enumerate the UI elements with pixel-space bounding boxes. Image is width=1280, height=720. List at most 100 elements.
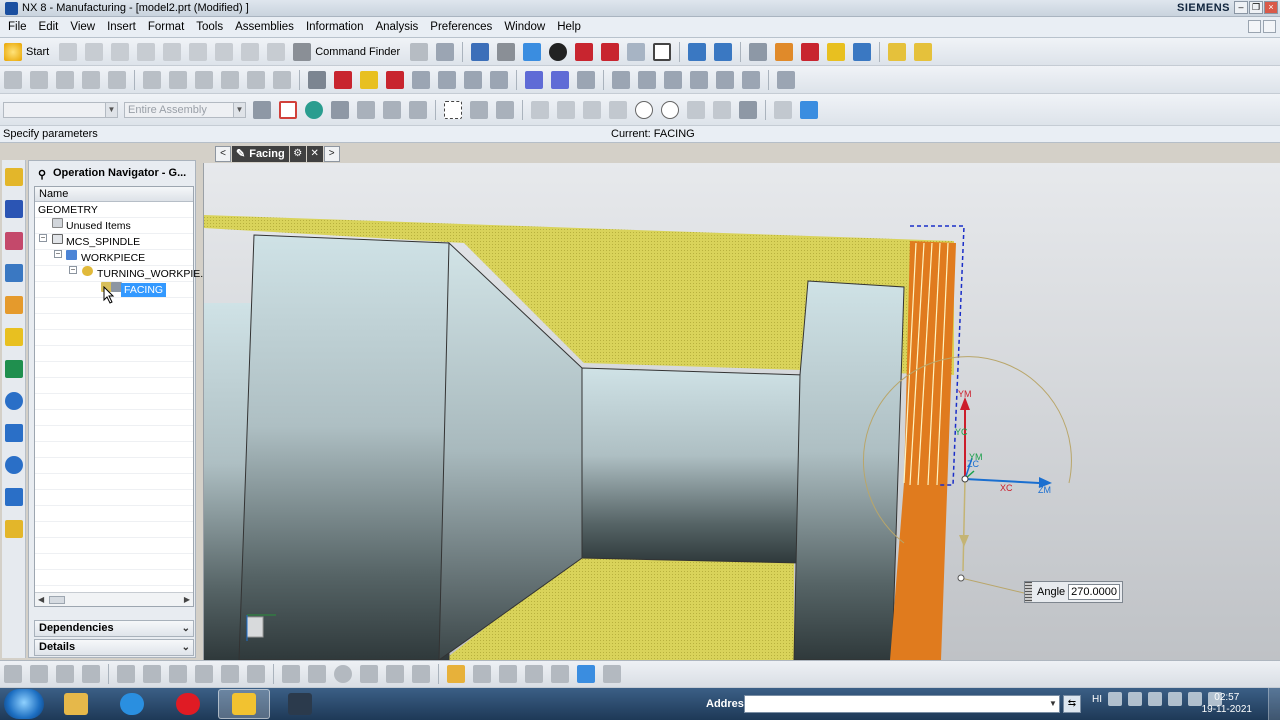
taskbar-explorer[interactable]	[50, 689, 102, 719]
hat-icon[interactable]	[603, 665, 621, 683]
arc-center-icon[interactable]	[635, 100, 653, 119]
endpoint-icon[interactable]	[531, 100, 549, 119]
close-button[interactable]: ×	[1264, 1, 1278, 14]
holder-icon[interactable]	[438, 70, 456, 89]
drill-icon[interactable]	[221, 665, 239, 683]
menu-preferences[interactable]: Preferences	[424, 21, 498, 33]
generate-icon[interactable]	[4, 665, 22, 683]
start-icon[interactable]	[4, 42, 22, 61]
save-icon[interactable]	[111, 42, 130, 61]
menu-analysis[interactable]: Analysis	[369, 21, 424, 33]
part-navigator-icon[interactable]	[5, 232, 23, 250]
list-path-icon[interactable]	[56, 70, 74, 89]
clip-icon[interactable]	[473, 665, 491, 683]
measure-icon[interactable]	[525, 665, 543, 683]
operation-tab-label[interactable]: ✎ Facing	[232, 145, 289, 162]
tree-row-unused-items[interactable]: Unused Items	[35, 218, 193, 234]
start-button[interactable]: Start	[26, 46, 49, 58]
scroll-thumb[interactable]	[49, 596, 65, 604]
curve-icon[interactable]	[386, 665, 404, 683]
restore-button[interactable]: ❐	[1249, 1, 1263, 14]
section-view-icon[interactable]	[627, 42, 646, 61]
midpoint-icon[interactable]	[496, 100, 514, 119]
tree-row-turning-workpiece[interactable]: − TURNING_WORKPIE...	[35, 266, 209, 282]
fit-view-icon[interactable]	[471, 42, 490, 61]
delete-icon[interactable]	[241, 42, 260, 61]
clear-icon[interactable]	[777, 70, 795, 89]
postprocess-icon[interactable]	[143, 70, 161, 89]
menu-edit[interactable]: Edit	[33, 21, 65, 33]
shop-docs-icon[interactable]	[169, 70, 187, 89]
history-icon[interactable]	[5, 424, 23, 442]
doc-restore-button[interactable]	[1263, 20, 1276, 33]
tree-row-workpiece[interactable]: − WORKPIECE	[35, 250, 193, 266]
blank-icon[interactable]	[612, 70, 630, 89]
create-method-icon[interactable]	[853, 42, 872, 61]
go-button[interactable]: ⇆	[1063, 695, 1081, 713]
spindle-icon[interactable]	[334, 70, 352, 89]
feature-curves-icon[interactable]	[409, 100, 427, 119]
group-icon[interactable]	[716, 70, 734, 89]
clock-icon[interactable]	[5, 456, 23, 474]
replay-path-icon[interactable]	[30, 70, 48, 89]
pin-icon[interactable]: ⚲	[38, 168, 48, 181]
mirror-icon[interactable]	[308, 665, 326, 683]
colorful-icon[interactable]	[447, 665, 465, 683]
color-display-icon[interactable]	[360, 70, 378, 89]
close-icon[interactable]: ✕	[306, 145, 323, 162]
create-geometry-icon[interactable]	[827, 42, 846, 61]
groove-icon[interactable]	[169, 665, 187, 683]
details-section[interactable]: Details ⌄	[34, 639, 194, 656]
collapse-icon[interactable]: −	[54, 250, 62, 258]
angle-handle[interactable]	[957, 574, 965, 582]
taskbar-internet-explorer[interactable]	[106, 689, 158, 719]
machine-tool-navigator-icon[interactable]	[5, 296, 23, 314]
origin-point[interactable]	[961, 475, 969, 483]
rectangle-select-icon[interactable]	[444, 100, 462, 119]
dependencies-section[interactable]: Dependencies ⌄	[34, 620, 194, 637]
edit-object-icon[interactable]	[195, 70, 213, 89]
collapse-icon[interactable]: −	[69, 266, 77, 274]
constraint-navigator-icon[interactable]	[5, 200, 23, 218]
shaded-cube-icon[interactable]	[523, 42, 542, 61]
red-box-icon[interactable]	[601, 42, 620, 61]
sphere-icon[interactable]	[334, 665, 352, 683]
flag-icon[interactable]	[1148, 692, 1162, 706]
touch-mode-icon[interactable]	[410, 42, 429, 61]
machine-icon[interactable]	[82, 665, 100, 683]
menu-view[interactable]: View	[64, 21, 101, 33]
network-icon[interactable]	[1188, 692, 1202, 706]
simulate-icon[interactable]	[108, 70, 126, 89]
analysis-icon[interactable]	[914, 42, 933, 61]
line-point-icon[interactable]	[557, 100, 575, 119]
clock[interactable]: 02:57 19-11-2021	[1202, 692, 1252, 716]
tangent-curves-icon[interactable]	[383, 100, 401, 119]
prev-tab-button[interactable]: <	[215, 145, 231, 162]
new-icon[interactable]	[59, 42, 78, 61]
create-tool-icon[interactable]	[801, 42, 820, 61]
orient-icon[interactable]	[714, 42, 733, 61]
operation-navigator-icon[interactable]	[5, 264, 23, 282]
cut-object-icon[interactable]	[221, 70, 239, 89]
assembly-navigator-icon[interactable]	[5, 168, 23, 186]
minimize-button[interactable]: –	[1234, 1, 1248, 14]
rough-turn-icon[interactable]	[117, 665, 135, 683]
point-on-curve-icon[interactable]	[713, 100, 731, 119]
show-desktop-button[interactable]	[1268, 688, 1280, 720]
menu-file[interactable]: File	[0, 21, 33, 33]
help-icon[interactable]	[1128, 692, 1142, 706]
scroll-left-icon[interactable]: ◀	[38, 595, 44, 604]
scope-select[interactable]: Entire Assembly ▼	[124, 101, 246, 118]
address-input[interactable]: ▼	[744, 695, 1060, 713]
gear-icon[interactable]: ⚙	[289, 145, 306, 162]
roles-icon[interactable]	[5, 520, 23, 538]
thread-icon[interactable]	[195, 665, 213, 683]
angle-input[interactable]	[1068, 584, 1121, 600]
menu-format[interactable]: Format	[142, 21, 190, 33]
ruler-icon[interactable]	[888, 42, 907, 61]
crosshair-icon[interactable]	[499, 665, 517, 683]
move-point-icon[interactable]	[470, 100, 488, 119]
create-program-icon[interactable]	[775, 42, 794, 61]
play-icon[interactable]	[525, 70, 543, 89]
menu-help[interactable]: Help	[551, 21, 587, 33]
